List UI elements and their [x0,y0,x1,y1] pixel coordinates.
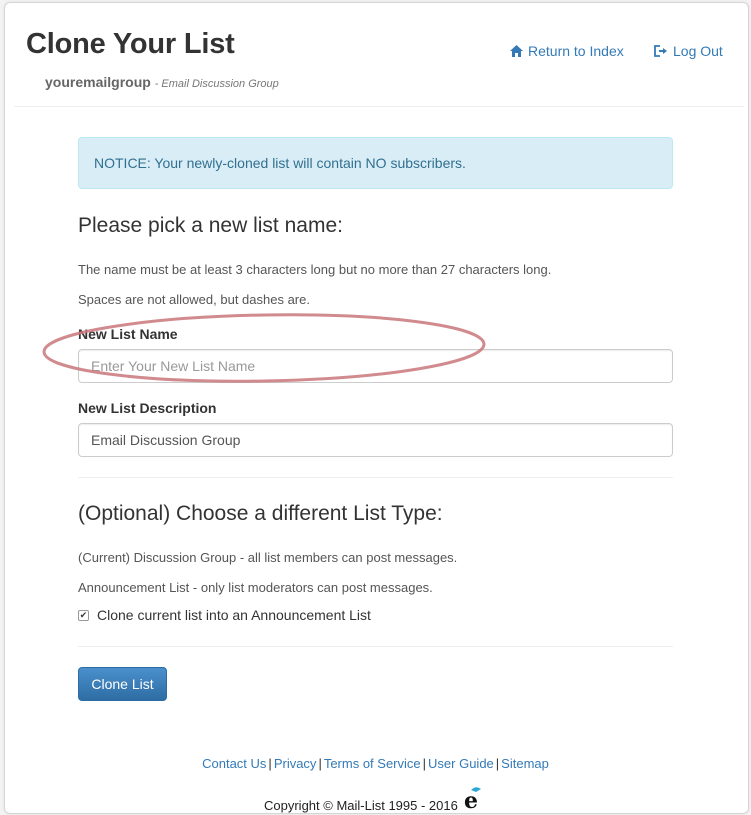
log-out-link[interactable]: Log Out [653,43,723,59]
footer-link-contact[interactable]: Contact Us [202,756,266,771]
footer-link-user-guide[interactable]: User Guide [428,756,494,771]
clone-list-button[interactable]: Clone List [78,667,167,701]
copyright: Copyright © Mail-List 1995 - 2016 e [264,786,484,814]
return-to-index-link[interactable]: Return to Index [509,43,624,59]
list-subtitle: youremailgroup - Email Discussion Group [45,74,279,90]
list-name-input[interactable] [78,349,673,383]
group-name: youremailgroup [45,74,151,90]
announcement-checkbox[interactable]: ✔ [78,609,89,621]
section-divider [78,477,673,478]
footer-link-privacy[interactable]: Privacy [274,756,317,771]
footer-separator: | [422,756,427,771]
footer-separator: | [495,756,500,771]
list-description-label: New List Description [78,400,217,416]
e-logo-icon: e [462,786,484,814]
footer-link-terms[interactable]: Terms of Service [324,756,421,771]
notice-alert: NOTICE: Your newly-cloned list will cont… [78,137,673,189]
logout-icon [653,44,669,58]
name-length-rule: The name must be at least 3 characters l… [78,262,552,277]
list-type-heading: (Optional) Choose a different List Type: [78,502,443,525]
current-type-text: (Current) Discussion Group - all list me… [78,550,458,565]
form-bottom-divider [78,646,673,647]
list-description-input[interactable] [78,423,673,457]
page-title: Clone Your List [26,28,235,60]
list-name-heading: Please pick a new list name: [78,214,343,237]
log-out-label: Log Out [673,43,723,59]
home-icon [509,44,524,58]
footer-separator: | [318,756,322,771]
footer-separator: | [268,756,272,771]
header-divider [14,106,744,107]
svg-text:e: e [464,788,478,810]
announcement-type-text: Announcement List - only list moderators… [78,580,433,595]
announcement-checkbox-row[interactable]: ✔ Clone current list into an Announcemen… [78,607,371,623]
group-description: - Email Discussion Group [154,78,279,90]
announcement-checkbox-label: Clone current list into an Announcement … [97,607,371,623]
name-spaces-rule: Spaces are not allowed, but dashes are. [78,292,310,307]
footer-links: Contact Us | Privacy | Terms of Service | User… [0,756,751,771]
list-name-label: New List Name [78,326,178,342]
footer-link-sitemap[interactable]: Sitemap [501,756,549,771]
copyright-text: Copyright © Mail-List 1995 - 2016 [264,798,458,813]
return-to-index-label: Return to Index [528,43,624,59]
